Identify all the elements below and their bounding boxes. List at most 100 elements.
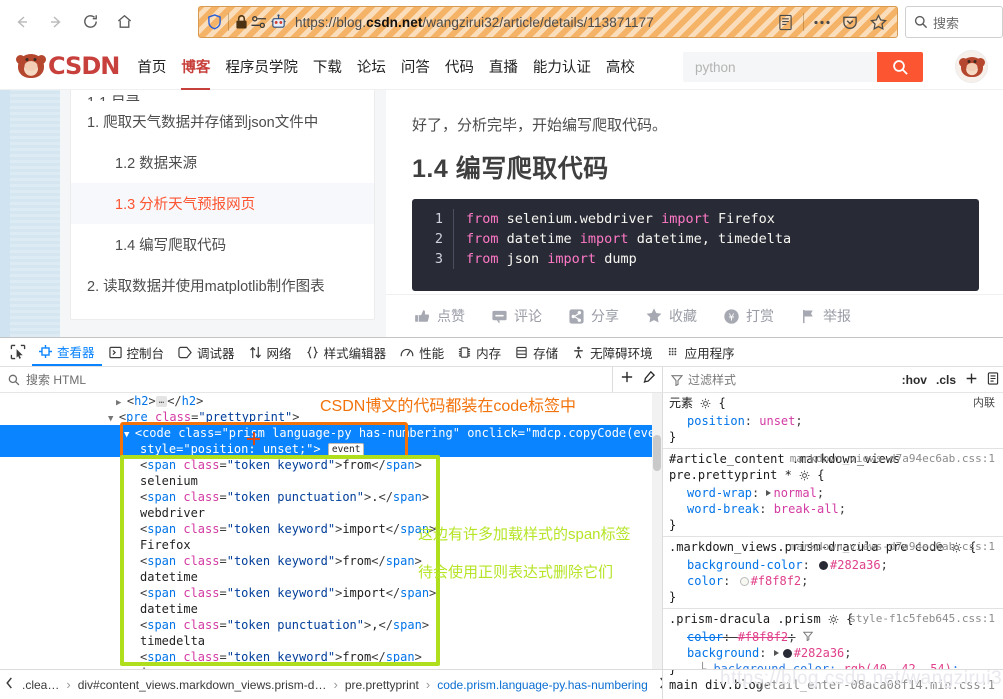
code-block[interactable]: 1 from selenium.webdriver import Firefox… <box>412 199 979 291</box>
tab-style-editor[interactable]: 样式编辑器 <box>299 338 394 366</box>
browser-search-box[interactable]: 搜索 <box>905 6 1003 38</box>
nav-item-blog[interactable]: 博客 <box>181 56 211 91</box>
collapsed-children-badge[interactable]: … <box>155 396 168 407</box>
bookmark-button[interactable] <box>865 9 891 35</box>
css-declaration[interactable]: background-color: #282a36; <box>669 557 1003 573</box>
css-value[interactable]: #282a36 <box>794 646 845 660</box>
css-source-link[interactable]: markdown_views-d7a94ec6ab.css:1 <box>790 539 995 555</box>
nav-item-university[interactable]: 高校 <box>606 56 635 77</box>
event-badge[interactable]: event <box>327 443 365 457</box>
tab-inspector[interactable]: 查看器 <box>32 338 102 366</box>
gear-icon[interactable] <box>700 397 711 413</box>
nav-item-qa[interactable]: 问答 <box>401 56 430 77</box>
color-swatch[interactable] <box>782 649 792 658</box>
padlock-icon[interactable] <box>235 14 248 30</box>
css-property[interactable]: color <box>669 630 723 644</box>
css-value[interactable]: unset <box>759 414 795 428</box>
css-declaration[interactable]: word-wrap: normal; <box>669 485 1003 501</box>
tab-storage[interactable]: 存储 <box>508 338 565 366</box>
collect-button[interactable]: 收藏 <box>645 306 697 326</box>
funnel-icon[interactable] <box>802 630 813 644</box>
expand-triangle-icon[interactable] <box>766 490 772 496</box>
tab-debugger[interactable]: 调试器 <box>171 338 242 366</box>
toc-item-12[interactable]: 1.2 数据来源 <box>71 142 374 183</box>
robot-icon[interactable] <box>270 14 287 30</box>
eyedropper-button[interactable] <box>642 370 656 389</box>
tab-memory[interactable]: 内存 <box>451 338 508 366</box>
toc-item-end[interactable]: 写在最后 <box>71 306 374 319</box>
css-value[interactable]: normal <box>773 486 816 500</box>
cls-button[interactable]: .cls <box>936 373 956 387</box>
css-declaration[interactable]: word-break: break-all; <box>669 501 1003 517</box>
share-button[interactable]: 分享 <box>568 306 619 326</box>
css-property[interactable]: word-break <box>669 502 759 516</box>
dom-line[interactable]: selenium <box>0 473 662 489</box>
nav-item-code[interactable]: 代码 <box>445 56 474 77</box>
reward-button[interactable]: ¥ 打赏 <box>723 306 774 326</box>
dom-line[interactable]: <span class="token punctuation">.</span> <box>0 489 662 505</box>
dom-line[interactable]: <span class="token punctuation">,</span> <box>0 617 662 633</box>
permissions-icon[interactable] <box>251 15 267 30</box>
reload-button[interactable] <box>74 6 106 38</box>
css-value[interactable]: #f8f8f2 <box>751 574 802 588</box>
css-footer-source[interactable]: detail_enter-08aca08f14.min.css:1 <box>757 678 995 692</box>
css-selector[interactable]: 元素 <box>669 396 693 410</box>
breadcrumb-scroll-left[interactable] <box>4 676 15 693</box>
css-property[interactable]: background-color <box>669 558 803 572</box>
breadcrumb-item-0[interactable]: .clea… <box>19 676 62 694</box>
nav-item-download[interactable]: 下载 <box>313 56 342 77</box>
css-rule-article-content[interactable]: markdown_views-d7a94ec6ab.css:1 #article… <box>663 449 1003 537</box>
css-declaration[interactable]: position: unset; <box>669 413 1003 429</box>
nav-item-academy[interactable]: 程序员学院 <box>225 56 298 77</box>
reader-view-button[interactable] <box>772 9 798 35</box>
css-value[interactable]: #282a36 <box>830 558 881 572</box>
shield-icon[interactable] <box>207 14 222 30</box>
breadcrumb-item-2[interactable]: pre.prettyprint <box>342 676 422 694</box>
css-rules-pane[interactable]: 元素 { 内联 position: unset; } markdown_view… <box>663 393 1003 669</box>
css-declaration-sub-overridden[interactable]: └ background-color: rgb(40, 42, 54); <box>669 661 1003 669</box>
css-property[interactable]: background <box>669 646 759 660</box>
nav-item-home[interactable]: 首页 <box>137 56 166 77</box>
expand-triangle-icon[interactable] <box>773 650 779 656</box>
report-button[interactable]: 举报 <box>800 306 851 326</box>
css-declaration[interactable]: color: #f8f8f2; <box>669 573 1003 589</box>
user-avatar[interactable] <box>955 50 988 83</box>
tab-network[interactable]: 网络 <box>242 338 299 366</box>
page-actions-button[interactable] <box>809 9 835 35</box>
tab-performance[interactable]: 性能 <box>393 338 451 366</box>
nav-item-forum[interactable]: 论坛 <box>357 56 386 77</box>
like-button[interactable]: 点赞 <box>414 306 465 326</box>
address-bar[interactable]: https://blog.csdn.net/wangzirui32/articl… <box>198 6 898 38</box>
dom-line[interactable]: datetime <box>0 601 662 617</box>
css-property[interactable]: position <box>669 414 745 428</box>
dom-line-selected[interactable]: ▼ <code class="prism language-py has-num… <box>0 425 662 441</box>
toc-item-1[interactable]: 1. 爬取天气数据并存储到json文件中 <box>71 101 374 142</box>
color-swatch[interactable] <box>739 577 749 586</box>
toc-item-clipped[interactable]: 1.1 目录 <box>71 91 374 101</box>
toc-item-14[interactable]: 1.4 编写爬取代码 <box>71 224 374 265</box>
css-rule-prism-dracula-code[interactable]: markdown_views-d7a94ec6ab.css:1 .markdow… <box>663 537 1003 609</box>
toc-item-2[interactable]: 2. 读取数据并使用matplotlib制作图表 <box>71 265 374 306</box>
breadcrumb-item-3[interactable]: code.prism.language-py.has-numbering <box>434 676 651 694</box>
home-button[interactable] <box>108 6 140 38</box>
add-rule-button[interactable] <box>965 372 978 388</box>
hov-button[interactable]: :hov <box>902 373 927 387</box>
dom-line-selected[interactable]: style="position: unset;"> event <box>0 441 662 457</box>
dom-line[interactable]: <span class="token keyword">from</span> <box>0 649 662 665</box>
nav-item-cert[interactable]: 能力认证 <box>533 56 591 77</box>
tab-application[interactable]: 应用程序 <box>660 338 742 366</box>
print-styles-button[interactable] <box>987 371 999 388</box>
css-rule-element-inline[interactable]: 元素 { 内联 position: unset; } <box>663 393 1003 449</box>
css-property[interactable]: word-wrap <box>669 486 752 500</box>
site-search-button[interactable] <box>877 52 923 82</box>
css-declaration[interactable]: background: #282a36; <box>669 645 1003 661</box>
tab-console[interactable]: 控制台 <box>102 338 172 366</box>
dom-line[interactable]: <span class="token keyword">from</span> <box>0 457 662 473</box>
add-node-button[interactable] <box>620 370 634 389</box>
dom-line[interactable]: <span class="token keyword">import</span… <box>0 585 662 601</box>
gear-icon[interactable] <box>799 469 810 485</box>
css-rule-prism-dracula-prism[interactable]: style-f1c5feb645.css:1 .prism-dracula .p… <box>663 609 1003 669</box>
comment-button[interactable]: 评论 <box>491 306 542 326</box>
style-filter-box[interactable]: 过滤样式 :hov .cls <box>663 367 1003 393</box>
element-picker-button[interactable] <box>4 339 32 365</box>
